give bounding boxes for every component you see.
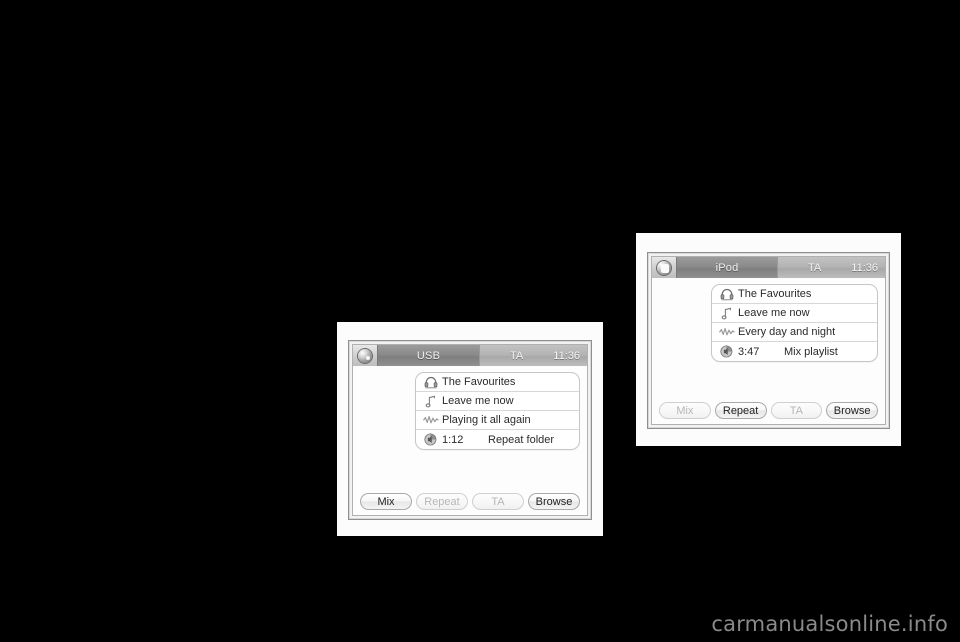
browse-button[interactable]: Browse (826, 402, 878, 419)
list-item[interactable]: The Favourites (416, 373, 579, 392)
list-item-label: Playing it all again (442, 414, 531, 426)
music-note-icon (422, 394, 439, 409)
now-playing-list: The Favourites Leave me now (415, 372, 580, 450)
infotainment-display-bezel: USB TA 11:36 The Favourites Leave me now… (348, 340, 592, 520)
playback-mode-label: Mix playlist (784, 345, 838, 358)
ta-status-label: TA (808, 261, 822, 274)
list-item-label: The Favourites (442, 376, 516, 388)
waveform-icon (422, 413, 439, 428)
list-item[interactable]: Leave me now (416, 392, 579, 411)
button-bar: Mix Repeat TA Browse (360, 493, 580, 510)
home-button[interactable] (353, 345, 378, 366)
home-button[interactable] (652, 257, 677, 278)
source-title: USB (378, 345, 479, 366)
ta-status-label: TA (510, 349, 524, 362)
now-playing-list: The Favourites Leave me now (711, 284, 878, 362)
list-item[interactable]: The Favourites (712, 285, 877, 304)
speaker-icon (718, 344, 735, 359)
site-watermark: carmanualsonline.info (711, 612, 948, 636)
infotainment-display-bezel: iPod TA 11:36 The Favourites Leave me no… (647, 252, 890, 429)
infotainment-display: USB TA 11:36 The Favourites Leave me now… (352, 344, 588, 516)
mix-button[interactable]: Mix (659, 402, 711, 419)
sphere-home-icon (358, 348, 372, 363)
list-item[interactable]: Leave me now (712, 304, 877, 323)
button-bar: Mix Repeat TA Browse (659, 402, 878, 419)
screen-body: The Favourites Leave me now (353, 366, 587, 515)
headphones-icon (718, 287, 735, 302)
list-item-label: Leave me now (442, 395, 514, 407)
list-item[interactable]: Every day and night (712, 323, 877, 342)
list-item-label: The Favourites (738, 288, 812, 300)
list-item[interactable]: Playing it all again (416, 411, 579, 430)
list-item-label: Every day and night (738, 326, 836, 338)
status-area: TA 11:36 (479, 345, 587, 366)
repeat-button[interactable]: Repeat (714, 402, 767, 419)
music-note-icon (718, 306, 735, 321)
figure-usb-audio-screen: USB TA 11:36 The Favourites Leave me now… (337, 322, 603, 536)
repeat-button[interactable]: Repeat (416, 493, 468, 510)
speaker-icon (422, 432, 439, 447)
track-elapsed-time: 1:12 (442, 433, 464, 446)
list-item[interactable]: 1:12 Repeat folder (416, 430, 579, 449)
title-bar: USB TA 11:36 (353, 345, 587, 366)
playback-mode-label: Repeat folder (488, 433, 555, 446)
title-bar: iPod TA 11:36 (652, 257, 885, 278)
list-item[interactable]: 3:47 Mix playlist (712, 342, 877, 361)
source-title: iPod (677, 257, 777, 278)
mix-button[interactable]: Mix (360, 493, 412, 510)
status-area: TA 11:36 (777, 257, 885, 278)
list-item-label: Leave me now (738, 307, 810, 319)
ta-button[interactable]: TA (472, 493, 524, 510)
browse-button[interactable]: Browse (528, 493, 580, 510)
clock: 11:36 (553, 349, 580, 362)
track-elapsed-time: 3:47 (738, 345, 760, 358)
figure-ipod-audio-screen: iPod TA 11:36 The Favourites Leave me no… (636, 233, 901, 446)
sphere-home-icon (657, 260, 671, 275)
ta-button[interactable]: TA (770, 402, 823, 419)
screen-body: The Favourites Leave me now (652, 278, 885, 424)
infotainment-display: iPod TA 11:36 The Favourites Leave me no… (651, 256, 886, 425)
clock: 11:36 (851, 261, 878, 274)
waveform-icon (718, 325, 735, 340)
headphones-icon (422, 375, 439, 390)
